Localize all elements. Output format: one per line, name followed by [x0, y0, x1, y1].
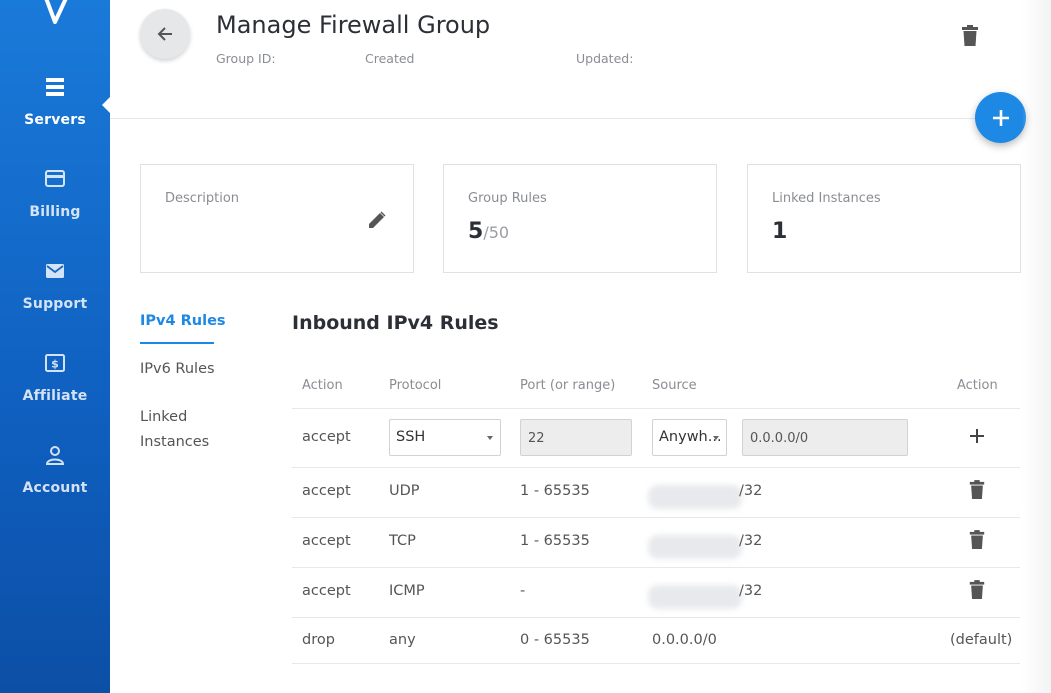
header-port: Port (or range) — [520, 378, 616, 393]
rule-port: - — [520, 583, 526, 599]
tab-linked-line1: Linked — [140, 409, 188, 425]
group-rules-card: Group Rules 5/50 — [443, 164, 717, 273]
plus-icon — [992, 109, 1009, 126]
rule-port: 0 - 65535 — [520, 632, 590, 648]
linked-instances-label: Linked Instances — [772, 191, 881, 206]
caret-down-icon — [713, 436, 719, 440]
delete-group-trash-icon[interactable] — [960, 25, 980, 47]
pencil-edit-icon[interactable] — [366, 209, 388, 231]
group-id-label: Group ID: — [216, 51, 276, 66]
sidebar-item-support[interactable]: Support — [0, 260, 110, 340]
sidebar-item-label: Servers — [24, 112, 86, 128]
right-edge-fade — [1022, 0, 1051, 693]
group-rules-label: Group Rules — [468, 191, 547, 206]
back-button[interactable] — [140, 9, 190, 59]
dollar-icon: $ — [45, 354, 65, 372]
rule-port: 1 - 65535 — [520, 533, 590, 549]
rule-protocol: TCP — [389, 533, 416, 549]
rule-source: /32 — [739, 483, 763, 499]
rule-source: /32 — [739, 583, 763, 599]
row-divider — [292, 617, 1020, 618]
sidebar-item-servers[interactable]: Servers — [0, 76, 110, 156]
header-action: Action — [302, 378, 343, 393]
group-rules-value: 5/50 — [468, 219, 509, 244]
rule-port: 1 - 65535 — [520, 483, 590, 499]
port-input[interactable]: 22 — [520, 419, 632, 456]
redacted-ip — [648, 485, 742, 509]
row-divider — [292, 663, 1020, 664]
row-divider — [292, 408, 1020, 409]
header-divider — [110, 118, 1022, 119]
row-divider — [292, 567, 1020, 568]
redacted-ip — [648, 535, 742, 559]
sidebar-item-label: Account — [22, 480, 88, 496]
description-card: Description — [140, 164, 414, 273]
created-label: Created — [365, 51, 415, 66]
redacted-ip — [648, 585, 742, 609]
delete-rule-trash-icon[interactable] — [968, 480, 986, 500]
header-source: Source — [652, 378, 697, 393]
updated-label: Updated: — [576, 51, 634, 66]
delete-rule-trash-icon[interactable] — [968, 580, 986, 600]
rule-source: 0.0.0.0/0 — [652, 632, 717, 648]
servers-icon — [46, 78, 64, 96]
section-title: Inbound IPv4 Rules — [292, 312, 499, 334]
sidebar-item-billing[interactable]: Billing — [0, 168, 110, 248]
protocol-select-value: SSH — [396, 429, 426, 445]
credit-card-icon — [45, 170, 65, 187]
active-tab-underline — [140, 342, 214, 344]
rule-source: /32 — [739, 533, 763, 549]
sidebar-item-label: Support — [22, 296, 88, 312]
rule-protocol: ICMP — [389, 583, 425, 599]
row-divider — [292, 517, 1020, 518]
sidebar-item-label: Billing — [29, 204, 81, 220]
source-select[interactable]: Anywh... — [652, 419, 727, 456]
linked-instances-card: Linked Instances 1 — [747, 164, 1021, 273]
arrow-left-icon — [157, 27, 172, 41]
header-protocol: Protocol — [389, 378, 442, 393]
group-rules-count: 5 — [468, 219, 484, 244]
sidebar-item-account[interactable]: Account — [0, 444, 110, 524]
rule-protocol: any — [389, 632, 416, 648]
delete-rule-trash-icon[interactable] — [968, 530, 986, 550]
sidebar: Servers Billing Support $ Affiliate Acco… — [0, 0, 110, 693]
rule-default-label: (default) — [950, 632, 1013, 648]
rule-action: accept — [302, 483, 351, 499]
mail-icon — [46, 264, 64, 278]
linked-instances-value: 1 — [772, 219, 788, 244]
protocol-select[interactable]: SSH — [389, 419, 501, 456]
group-rules-limit: /50 — [483, 223, 510, 242]
header-row-action: Action — [957, 378, 998, 393]
tab-linked-line2: Instances — [140, 434, 210, 450]
caret-down-icon — [487, 436, 493, 440]
person-icon — [45, 446, 65, 465]
tab-linked-instances[interactable]: Linked Instances — [140, 405, 209, 455]
add-rule-fab-button[interactable] — [975, 92, 1026, 143]
new-rule-action: accept — [302, 429, 351, 445]
source-ip-input-value: 0.0.0.0/0 — [750, 431, 809, 446]
add-rule-plus-icon[interactable] — [969, 428, 985, 444]
row-divider — [292, 467, 1020, 468]
source-ip-input[interactable]: 0.0.0.0/0 — [742, 419, 908, 456]
rule-protocol: UDP — [389, 483, 420, 499]
description-label: Description — [165, 191, 240, 206]
sidebar-item-label: Affiliate — [22, 388, 88, 404]
vultr-logo-icon[interactable] — [44, 0, 70, 24]
active-nav-pointer — [102, 96, 111, 114]
sidebar-item-affiliate[interactable]: $ Affiliate — [0, 352, 110, 432]
page-title: Manage Firewall Group — [216, 11, 491, 39]
rule-action: accept — [302, 583, 351, 599]
tab-ipv6-rules[interactable]: IPv6 Rules — [140, 357, 215, 382]
rule-action: accept — [302, 533, 351, 549]
port-input-value: 22 — [528, 431, 545, 446]
svg-text:$: $ — [51, 358, 59, 371]
rule-action: drop — [302, 632, 335, 648]
tab-ipv4-rules[interactable]: IPv4 Rules — [140, 309, 226, 334]
